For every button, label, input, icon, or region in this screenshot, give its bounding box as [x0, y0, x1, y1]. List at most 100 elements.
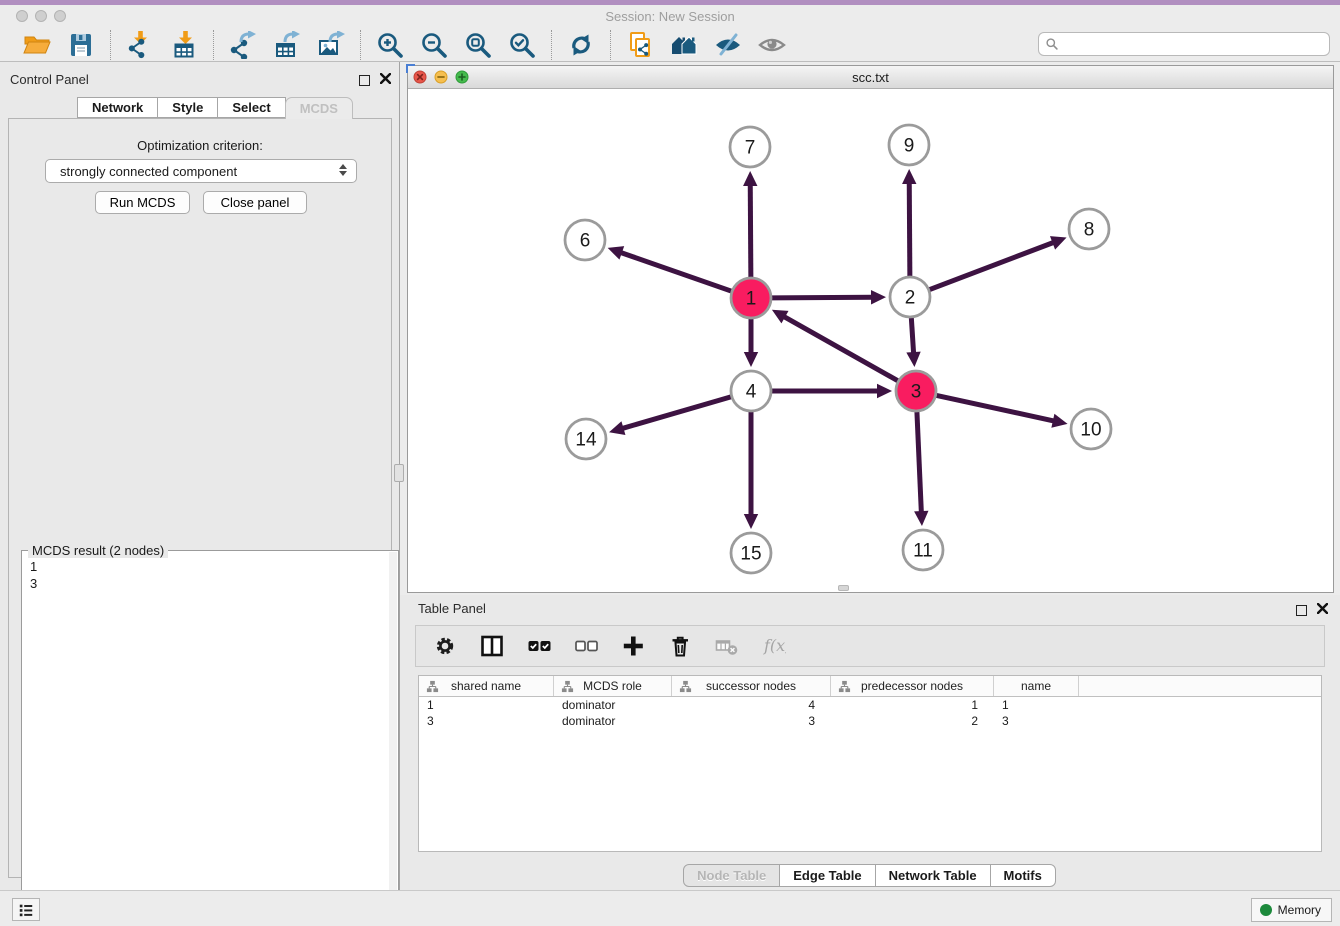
graph-arrowhead	[871, 290, 886, 304]
graph-arrowhead	[914, 511, 928, 526]
table-row[interactable]: 3dominator323	[419, 713, 1321, 729]
graph-arrowhead	[743, 171, 757, 186]
save-session-button[interactable]	[66, 30, 96, 60]
panel-splitter-handle[interactable]	[394, 464, 404, 482]
zoom-fit-button[interactable]	[463, 30, 493, 60]
graph-node-1[interactable]: 1	[731, 278, 771, 318]
criterion-value: strongly connected component	[60, 164, 237, 179]
mcds-result-title: MCDS result (2 nodes)	[28, 543, 168, 558]
tab-node-table[interactable]: Node Table	[683, 864, 780, 887]
cell-predecessor-nodes[interactable]: 2	[831, 713, 994, 729]
tab-motifs[interactable]: Motifs	[990, 864, 1056, 887]
export-image-button[interactable]	[316, 30, 346, 60]
graph-edge-2-8[interactable]	[930, 242, 1055, 289]
graph-edge-2-3[interactable]	[911, 318, 913, 354]
zoom-selected-button[interactable]	[507, 30, 537, 60]
close-panel-icon[interactable]	[380, 71, 391, 89]
deselect-all-button[interactable]	[571, 631, 601, 661]
open-session-button[interactable]	[22, 30, 52, 60]
graph-edge-3-10[interactable]	[937, 395, 1055, 421]
add-row-button[interactable]	[618, 631, 648, 661]
network-window-titlebar[interactable]: scc.txt	[408, 66, 1333, 89]
column-header-shared-name[interactable]: shared name	[419, 676, 554, 696]
graph-edge-1-7[interactable]	[750, 184, 751, 277]
graph-node-11[interactable]: 11	[903, 530, 943, 570]
graph-node-9[interactable]: 9	[889, 125, 929, 165]
cell-MCDS-role[interactable]: dominator	[554, 697, 672, 713]
tab-style[interactable]: Style	[157, 97, 218, 118]
graph-node-8[interactable]: 8	[1069, 209, 1109, 249]
column-header-MCDS-role[interactable]: MCDS role	[554, 676, 672, 696]
canvas-scroll-thumb[interactable]	[838, 585, 849, 591]
graph-node-10[interactable]: 10	[1071, 409, 1111, 449]
cell-successor-nodes[interactable]: 3	[672, 713, 831, 729]
close-table-panel-icon[interactable]	[1317, 601, 1328, 619]
network-view-window: scc.txt 7 9 6 8 1 2 4 3 14 10 15 11	[407, 65, 1334, 593]
tab-network-table[interactable]: Network Table	[875, 864, 991, 887]
home-view-button[interactable]	[669, 30, 699, 60]
graph-edge-4-14[interactable]	[622, 397, 731, 429]
delete-row-button[interactable]	[665, 631, 695, 661]
control-panel-tabs: NetworkStyleSelectMCDS	[78, 97, 353, 119]
export-network-button[interactable]	[228, 30, 258, 60]
toggle-style-icon	[714, 31, 742, 59]
column-header-name[interactable]: name	[994, 676, 1079, 696]
criterion-dropdown[interactable]: strongly connected component	[45, 159, 357, 183]
network-canvas[interactable]: 7 9 6 8 1 2 4 3 14 10 15 11	[408, 89, 1333, 592]
task-history-button[interactable]	[12, 898, 40, 921]
tab-network[interactable]: Network	[77, 97, 158, 118]
zoom-in-button[interactable]	[375, 30, 405, 60]
table-settings-button[interactable]	[430, 631, 460, 661]
graph-node-2[interactable]: 2	[890, 277, 930, 317]
cell-shared-name[interactable]: 3	[419, 713, 554, 729]
tab-mcds[interactable]: MCDS	[285, 97, 353, 119]
table-panel: Table Panel f(x) shared nameMCDS rolesuc…	[400, 595, 1340, 890]
export-table-button[interactable]	[272, 30, 302, 60]
cell-name[interactable]: 3	[994, 713, 1079, 729]
duplicate-network-button[interactable]	[625, 30, 655, 60]
refresh-layout-button[interactable]	[566, 30, 596, 60]
graph-node-15[interactable]: 15	[731, 533, 771, 573]
column-header-successor-nodes[interactable]: successor nodes	[672, 676, 831, 696]
graph-arrowhead	[1051, 414, 1067, 428]
import-network-icon	[126, 31, 154, 59]
float-panel-icon[interactable]	[359, 75, 370, 86]
toggle-style-button[interactable]	[713, 30, 743, 60]
cell-successor-nodes[interactable]: 4	[672, 697, 831, 713]
graph-node-6[interactable]: 6	[565, 220, 605, 260]
graph-edge-3-1[interactable]	[783, 316, 897, 381]
float-table-panel-icon[interactable]	[1296, 605, 1307, 616]
graph-arrowhead	[744, 514, 758, 529]
tab-edge-table[interactable]: Edge Table	[779, 864, 875, 887]
cell-MCDS-role[interactable]: dominator	[554, 713, 672, 729]
graph-edge-3-11[interactable]	[917, 412, 921, 513]
toggle-column-view-button[interactable]	[477, 631, 507, 661]
show-hide-view-button[interactable]	[757, 30, 787, 60]
result-line: 1	[30, 558, 390, 575]
svg-text:11: 11	[913, 541, 933, 562]
zoom-out-button[interactable]	[419, 30, 449, 60]
close-panel-button[interactable]: Close panel	[203, 191, 307, 214]
memory-button[interactable]: Memory	[1251, 898, 1332, 922]
select-all-button[interactable]	[524, 631, 554, 661]
cell-predecessor-nodes[interactable]: 1	[831, 697, 994, 713]
graph-node-14[interactable]: 14	[566, 419, 606, 459]
search-input[interactable]	[1059, 34, 1329, 54]
import-network-button[interactable]	[125, 30, 155, 60]
export-image-icon	[317, 31, 345, 59]
graph-node-7[interactable]: 7	[730, 127, 770, 167]
graph-edge-1-2[interactable]	[772, 297, 873, 298]
import-table-button[interactable]	[169, 30, 199, 60]
cell-name[interactable]: 1	[994, 697, 1079, 713]
result-scrollbar[interactable]	[389, 552, 397, 926]
graph-edge-2-9[interactable]	[909, 182, 910, 276]
column-header-predecessor-nodes[interactable]: predecessor nodes	[831, 676, 994, 696]
graph-edge-1-6[interactable]	[620, 252, 731, 291]
tab-select[interactable]: Select	[217, 97, 285, 118]
graph-node-4[interactable]: 4	[731, 371, 771, 411]
graph-node-3[interactable]: 3	[896, 371, 936, 411]
run-mcds-button[interactable]: Run MCDS	[95, 191, 190, 214]
search-box[interactable]	[1038, 32, 1330, 56]
table-row[interactable]: 1dominator411	[419, 697, 1321, 713]
cell-shared-name[interactable]: 1	[419, 697, 554, 713]
